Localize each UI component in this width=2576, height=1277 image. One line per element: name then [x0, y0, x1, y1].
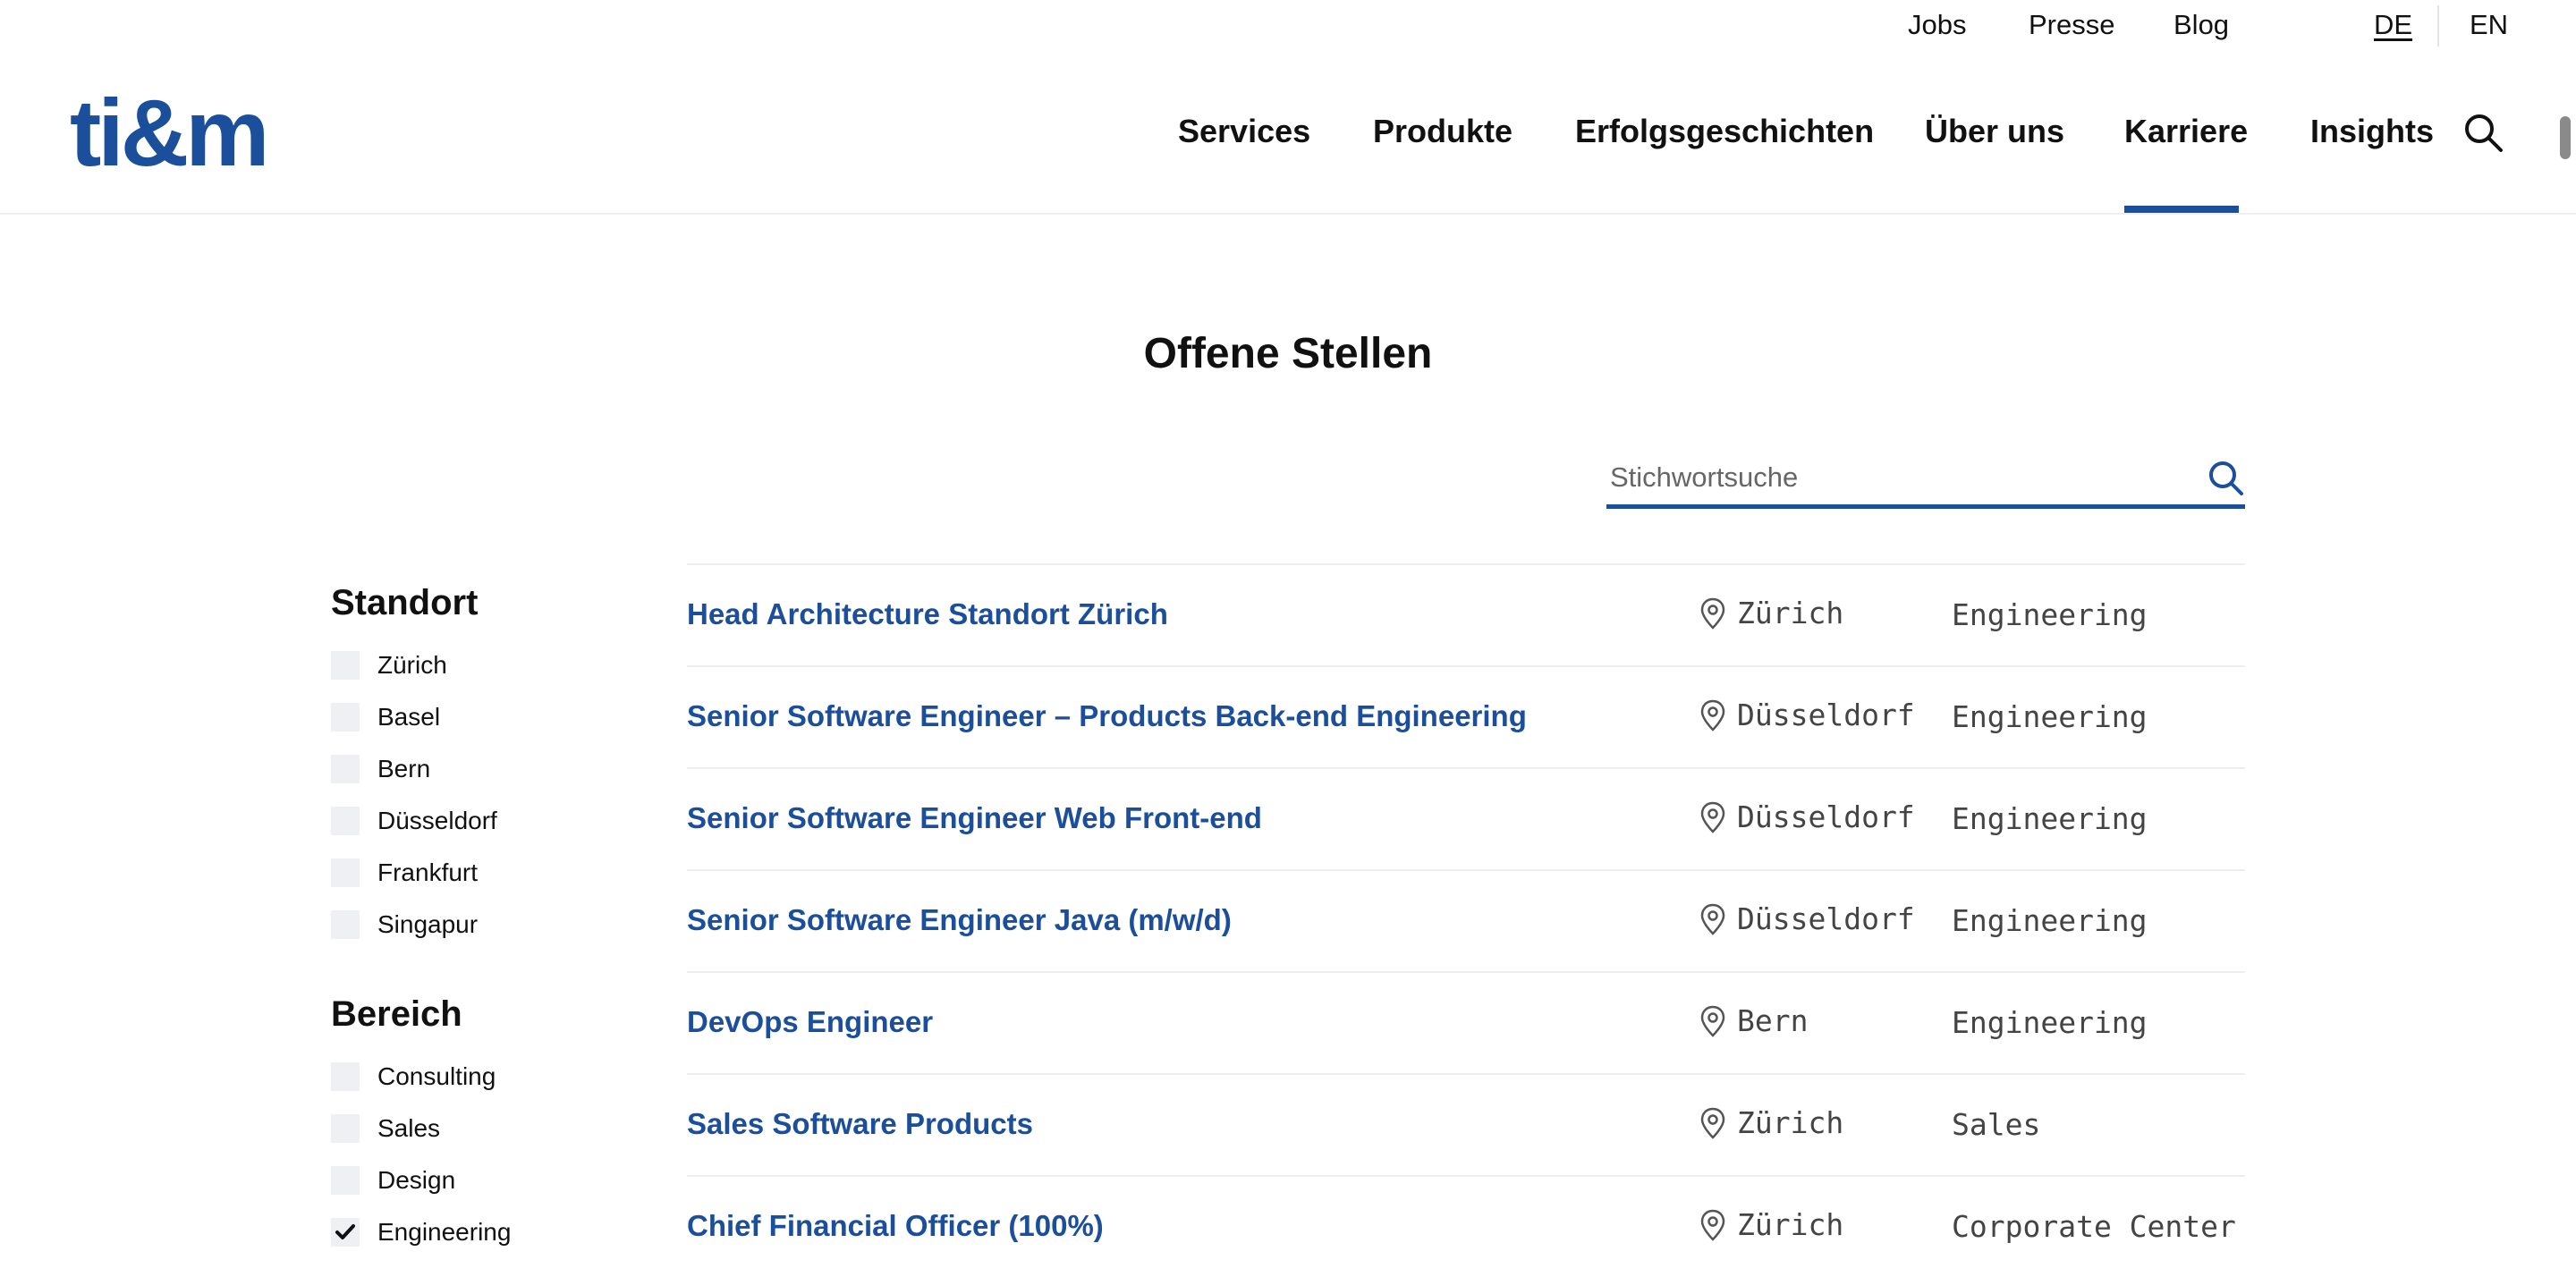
job-title-link[interactable]: DevOps Engineer	[687, 1005, 933, 1039]
page-title: Offene Stellen	[1143, 330, 1433, 377]
job-area: Engineering	[1952, 801, 2148, 836]
filter-option-label: Design	[377, 1166, 456, 1194]
checkbox-checked[interactable]	[331, 1218, 360, 1247]
job-list: Head Architecture Standort Zürich Zürich…	[687, 563, 2245, 1277]
filter-option-label: Consulting	[377, 1062, 496, 1090]
job-title-link[interactable]: Chief Financial Officer (100%)	[687, 1209, 1104, 1243]
job-location: Düsseldorf	[1699, 901, 1915, 936]
job-row[interactable]: DevOps Engineer Bern Engineering	[687, 971, 2245, 1073]
utility-link-blog[interactable]: Blog	[2174, 9, 2229, 41]
job-location: Zürich	[1699, 596, 1843, 630]
checkbox[interactable]	[331, 858, 360, 887]
job-location-text: Bern	[1737, 1003, 1809, 1038]
location-pin-icon	[1700, 699, 1725, 732]
job-area: Engineering	[1952, 1005, 2148, 1040]
filter-option-bern[interactable]: Bern	[331, 751, 430, 787]
filter-option-consulting[interactable]: Consulting	[331, 1059, 496, 1095]
job-area: Engineering	[1952, 699, 2148, 734]
job-row[interactable]: Senior Software Engineer – Products Back…	[687, 665, 2245, 767]
utility-link-jobs[interactable]: Jobs	[1908, 9, 1966, 41]
checkbox[interactable]	[331, 703, 360, 732]
job-row[interactable]: Senior Software Engineer Web Front-end D…	[687, 767, 2245, 869]
checkbox[interactable]	[331, 755, 360, 783]
job-title-link[interactable]: Head Architecture Standort Zürich	[687, 597, 1168, 631]
job-location-text: Zürich	[1737, 1105, 1844, 1140]
job-title-link[interactable]: Senior Software Engineer Java (m/w/d)	[687, 903, 1232, 937]
checkbox[interactable]	[331, 807, 360, 835]
job-area: Engineering	[1952, 903, 2148, 938]
filter-option-duesseldorf[interactable]: Düsseldorf	[331, 803, 497, 839]
nav-karriere[interactable]: Karriere	[2124, 113, 2248, 150]
utility-bar: Jobs Presse Blog DE EN	[0, 0, 2576, 54]
job-location: Zürich	[1699, 1105, 1843, 1140]
job-area: Engineering	[1952, 597, 2148, 632]
logo[interactable]: ti&m	[70, 86, 270, 181]
filter-option-label: Düsseldorf	[377, 807, 497, 834]
utility-link-presse[interactable]: Presse	[2029, 9, 2114, 41]
scrollbar-thumb[interactable]	[2560, 116, 2571, 159]
filter-option-label: Zürich	[377, 651, 447, 679]
nav-erfolgsgeschichten[interactable]: Erfolgsgeschichten	[1575, 113, 1874, 150]
job-location: Zürich	[1699, 1207, 1843, 1242]
nav-insights[interactable]: Insights	[2310, 113, 2434, 150]
filter-option-sales[interactable]: Sales	[331, 1111, 440, 1146]
filter-option-label: Bern	[377, 755, 431, 782]
filter-option-label: Sales	[377, 1114, 441, 1142]
language-de[interactable]: DE	[2374, 9, 2412, 41]
filter-option-basel[interactable]: Basel	[331, 699, 440, 735]
keyword-search	[1606, 452, 2245, 509]
job-location: Düsseldorf	[1699, 698, 1915, 732]
location-pin-icon	[1700, 597, 1725, 630]
filter-option-singapur[interactable]: Singapur	[331, 907, 478, 943]
checkbox[interactable]	[331, 1062, 360, 1091]
location-pin-icon	[1700, 1005, 1725, 1037]
nav-active-indicator	[2124, 206, 2239, 213]
filter-option-design[interactable]: Design	[331, 1163, 455, 1198]
nav-produkte[interactable]: Produkte	[1373, 113, 1513, 150]
location-pin-icon	[1700, 1209, 1725, 1241]
keyword-search-input[interactable]	[1606, 452, 2186, 503]
location-pin-icon	[1700, 1107, 1725, 1139]
job-location-text: Düsseldorf	[1737, 901, 1915, 936]
checkbox[interactable]	[331, 1166, 360, 1195]
language-en[interactable]: EN	[2470, 9, 2508, 41]
location-pin-icon	[1700, 801, 1725, 833]
job-location-text: Düsseldorf	[1737, 799, 1915, 834]
job-location: Düsseldorf	[1699, 799, 1915, 834]
checkbox[interactable]	[331, 651, 360, 680]
filter-option-frankfurt[interactable]: Frankfurt	[331, 855, 478, 891]
checkbox[interactable]	[331, 910, 360, 939]
nav-ueber-uns[interactable]: Über uns	[1925, 113, 2064, 150]
filter-option-label: Singapur	[377, 910, 479, 938]
job-row[interactable]: Head Architecture Standort Zürich Zürich…	[687, 563, 2245, 665]
job-row[interactable]: Sales Software Products Zürich Sales	[687, 1073, 2245, 1175]
filter-option-label: Basel	[377, 703, 441, 731]
location-pin-icon	[1700, 903, 1725, 935]
checkmark-icon	[335, 1224, 355, 1239]
main-header: ti&m Services Produkte Erfolgsgeschichte…	[0, 54, 2576, 215]
job-title-link[interactable]: Sales Software Products	[687, 1107, 1033, 1141]
job-area: Sales	[1952, 1107, 2041, 1142]
job-location-text: Düsseldorf	[1737, 698, 1915, 732]
filter-heading-standort: Standort	[331, 583, 479, 622]
job-title-link[interactable]: Senior Software Engineer Web Front-end	[687, 801, 1262, 835]
search-underline	[1606, 504, 2245, 509]
nav-services[interactable]: Services	[1178, 113, 1310, 150]
filter-heading-bereich: Bereich	[331, 994, 462, 1034]
job-title-link[interactable]: Senior Software Engineer – Products Back…	[687, 699, 1527, 733]
filter-option-engineering[interactable]: Engineering	[331, 1214, 511, 1250]
filter-option-label: Frankfurt	[377, 858, 479, 886]
search-icon[interactable]	[2206, 458, 2245, 497]
job-location: Bern	[1699, 1003, 1808, 1038]
job-area: Corporate Center	[1952, 1209, 2236, 1244]
job-row[interactable]: Senior Software Engineer Java (m/w/d) Dü…	[687, 869, 2245, 971]
filter-option-label: Engineering	[377, 1218, 512, 1246]
job-location-text: Zürich	[1737, 1207, 1844, 1242]
header-search-icon[interactable]	[2462, 111, 2504, 154]
filter-option-zuerich[interactable]: Zürich	[331, 647, 447, 683]
checkbox[interactable]	[331, 1114, 360, 1143]
job-row[interactable]: Chief Financial Officer (100%) Zürich Co…	[687, 1175, 2245, 1277]
job-location-text: Zürich	[1737, 596, 1844, 630]
language-divider	[2437, 5, 2439, 47]
